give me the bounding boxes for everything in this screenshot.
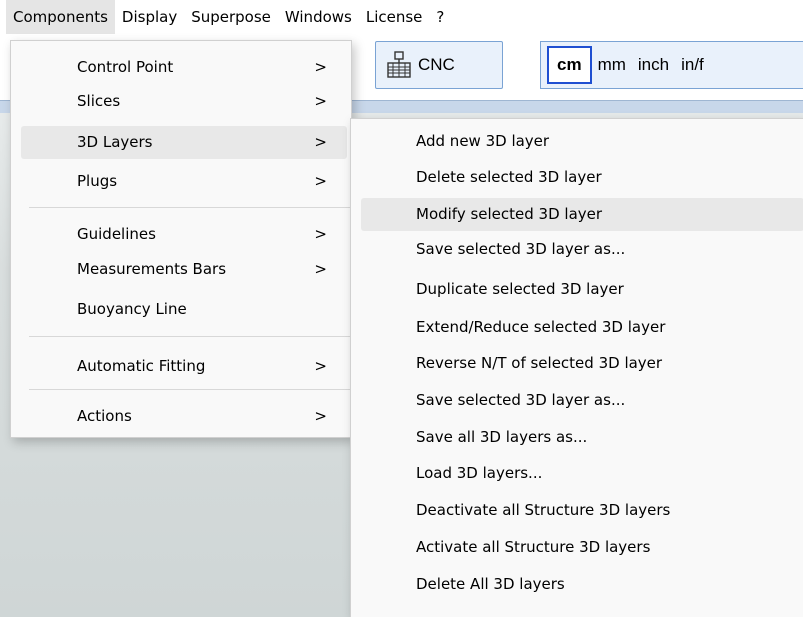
menu-item-load-3d-layers[interactable]: Load 3D layers... bbox=[361, 457, 803, 490]
menu-separator bbox=[29, 336, 355, 337]
menu-item-label: Measurements Bars bbox=[77, 260, 227, 278]
unit-mm[interactable]: mm bbox=[592, 55, 632, 75]
menu-item-label: Slices bbox=[77, 92, 121, 110]
menu-item-add-3d-layer[interactable]: Add new 3D layer bbox=[361, 125, 803, 158]
submenu-arrow-icon: > bbox=[314, 357, 327, 375]
menu-windows[interactable]: Windows bbox=[278, 0, 359, 34]
menu-item-guidelines[interactable]: Guidelines > bbox=[21, 218, 347, 251]
menu-item-plugs[interactable]: Plugs > bbox=[21, 165, 347, 198]
menu-item-measurements-bars[interactable]: Measurements Bars > bbox=[21, 253, 347, 286]
unit-inch[interactable]: inch bbox=[632, 55, 675, 75]
menu-item-modify-selected-3d-layer[interactable]: Modify selected 3D layer bbox=[361, 198, 803, 231]
cnc-label: CNC bbox=[418, 55, 455, 74]
submenu-arrow-icon: > bbox=[314, 133, 327, 151]
menu-item-control-point[interactable]: Control Point > bbox=[21, 51, 347, 84]
menu-item-delete-all-3d-layers[interactable]: Delete All 3D layers bbox=[361, 568, 803, 601]
menu-item-label: 3D Layers bbox=[77, 133, 153, 151]
submenu-arrow-icon: > bbox=[314, 407, 327, 425]
submenu-arrow-icon: > bbox=[314, 172, 327, 190]
menu-item-label: Control Point bbox=[77, 58, 174, 76]
submenu-arrow-icon: > bbox=[314, 58, 327, 76]
menubar: Components Display Superpose Windows Lic… bbox=[0, 0, 803, 34]
menu-item-label: Guidelines bbox=[77, 225, 156, 243]
menu-item-delete-selected-3d-layer[interactable]: Delete selected 3D layer bbox=[361, 161, 803, 194]
submenu-arrow-icon: > bbox=[314, 92, 327, 110]
menu-item-deactivate-structure-3d-layers[interactable]: Deactivate all Structure 3D layers bbox=[361, 494, 803, 527]
submenu-arrow-icon: > bbox=[314, 225, 327, 243]
menu-separator bbox=[29, 389, 355, 390]
menu-item-label: Buoyancy Line bbox=[77, 300, 187, 318]
menu-display[interactable]: Display bbox=[115, 0, 184, 34]
menu-item-activate-structure-3d-layers[interactable]: Activate all Structure 3D layers bbox=[361, 531, 803, 564]
menu-item-actions[interactable]: Actions > bbox=[21, 400, 347, 433]
menu-superpose[interactable]: Superpose bbox=[184, 0, 278, 34]
cnc-machine-icon bbox=[387, 51, 411, 78]
menu-item-label: Plugs bbox=[77, 172, 118, 190]
unit-in-f[interactable]: in/f bbox=[675, 55, 710, 75]
menu-components[interactable]: Components bbox=[6, 0, 115, 34]
menu-item-save-selected-3d-layer[interactable]: Save selected 3D layer as... bbox=[361, 233, 803, 266]
menu-item-save-selected-3d-layer-2[interactable]: Save selected 3D layer as... bbox=[361, 384, 803, 417]
menu-item-reverse-nt-3d-layer[interactable]: Reverse N/T of selected 3D layer bbox=[361, 347, 803, 380]
cnc-button[interactable]: CNC bbox=[375, 41, 503, 89]
unit-cm[interactable]: cm bbox=[547, 46, 592, 84]
menu-item-3d-layers[interactable]: 3D Layers > bbox=[21, 126, 347, 159]
menu-separator bbox=[29, 207, 355, 208]
menu-item-label: Automatic Fitting bbox=[77, 357, 206, 375]
menu-item-save-all-3d-layers[interactable]: Save all 3D layers as... bbox=[361, 421, 803, 454]
menu-item-automatic-fitting[interactable]: Automatic Fitting > bbox=[21, 350, 347, 383]
submenu-arrow-icon: > bbox=[314, 260, 327, 278]
components-menu: Control Point > Slices > 3D Layers > Plu… bbox=[10, 40, 355, 438]
menu-item-extend-reduce-3d-layer[interactable]: Extend/Reduce selected 3D layer bbox=[361, 311, 803, 344]
unit-selector: cm mm inch in/f bbox=[540, 41, 803, 89]
menu-item-label: Actions bbox=[77, 407, 132, 425]
3d-layers-submenu: Add new 3D layer Delete selected 3D laye… bbox=[350, 118, 803, 617]
menu-item-buoyancy-line[interactable]: Buoyancy Line bbox=[21, 293, 347, 326]
menu-license[interactable]: License bbox=[359, 0, 430, 34]
menu-help[interactable]: ? bbox=[429, 0, 451, 34]
menu-item-slices[interactable]: Slices > bbox=[21, 85, 347, 118]
menu-item-duplicate-selected-3d-layer[interactable]: Duplicate selected 3D layer bbox=[361, 273, 803, 306]
